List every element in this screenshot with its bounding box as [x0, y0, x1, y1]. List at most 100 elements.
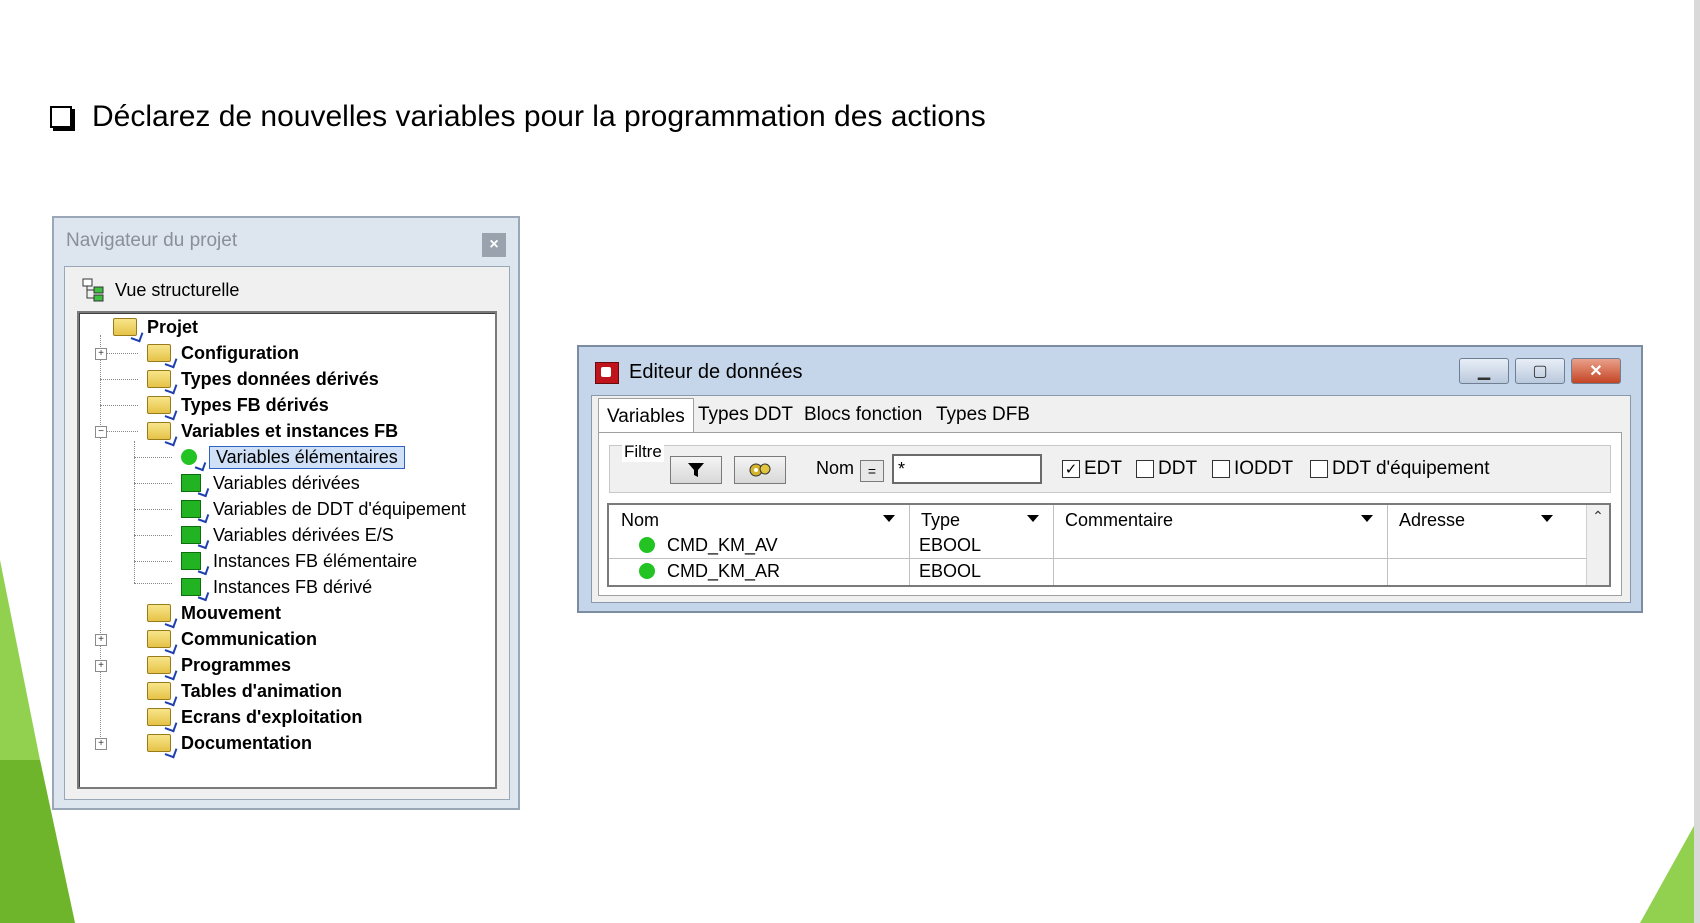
column-header-nom[interactable]: Nom — [609, 505, 909, 535]
variable-type-cell[interactable]: EBOOL — [919, 559, 981, 583]
dropdown-arrow-icon[interactable] — [1361, 515, 1373, 522]
tree-item-var-derivees-es[interactable]: Variables dérivées E/S — [181, 523, 394, 547]
data-editor-app-icon — [595, 361, 619, 384]
tree-guide — [134, 535, 172, 536]
structural-view-header[interactable]: Vue structurelle — [81, 277, 239, 303]
tab-variables[interactable]: Variables — [598, 398, 694, 434]
variable-name[interactable]: CMD_KM_AV — [667, 535, 778, 556]
variables-tab-panel: Filtre Nom = ✓ EDT — [598, 432, 1622, 596]
variable-icon — [639, 563, 655, 579]
checkbox-label: DDT d'équipement — [1332, 458, 1490, 479]
folder-icon — [147, 630, 171, 648]
expand-programmes[interactable]: + — [95, 660, 107, 672]
tree-item-projet[interactable]: Projet — [113, 315, 198, 339]
column-header-label: Type — [921, 509, 961, 530]
column-header-commentaire[interactable]: Commentaire — [1053, 505, 1387, 535]
checkbox-ddt-equipement-box[interactable] — [1310, 460, 1328, 478]
tree-item-ecrans[interactable]: Ecrans d'exploitation — [147, 705, 362, 729]
name-filter-label: Nom — [816, 458, 855, 478]
tab-types-dfb[interactable]: Types DFB — [928, 398, 1038, 432]
tree-guide — [134, 561, 172, 562]
tree-item-label: Variables dérivées — [213, 472, 360, 493]
vertical-scrollbar[interactable]: ⌃ — [1586, 505, 1609, 585]
collapse-variables-fb[interactable]: − — [95, 426, 107, 438]
expand-communication[interactable]: + — [95, 634, 107, 646]
folder-icon — [147, 656, 171, 674]
structural-view-label: Vue structurelle — [115, 279, 240, 300]
tree-item-inst-fb-elem[interactable]: Instances FB élémentaire — [181, 549, 417, 573]
checkbox-edt-box[interactable]: ✓ — [1062, 460, 1080, 478]
tree-item-label: Variables dérivées E/S — [213, 524, 394, 545]
tree-item-documentation[interactable]: Documentation — [147, 731, 312, 755]
checkbox-edt[interactable]: ✓ EDT — [1062, 458, 1122, 480]
filter-settings-button[interactable] — [734, 456, 786, 484]
checkbox-label: DDT — [1158, 458, 1198, 479]
heading-text: Déclarez de nouvelles variables pour la … — [92, 100, 986, 133]
folder-icon — [147, 370, 171, 388]
table-row[interactable]: CMD_KM_AR — [639, 559, 780, 583]
slide-right-border — [1694, 0, 1700, 923]
column-header-adresse[interactable]: Adresse — [1387, 505, 1567, 535]
variable-type-cell[interactable]: EBOOL — [919, 533, 981, 557]
tree-guide — [100, 335, 101, 739]
tree-item-types-fb[interactable]: Types FB dérivés — [147, 393, 329, 417]
filter-funnel-button[interactable] — [670, 456, 722, 484]
equals-operator-button[interactable]: = — [860, 460, 884, 482]
editor-title: Editeur de données — [629, 361, 803, 383]
checkbox-ioddt-box[interactable] — [1212, 460, 1230, 478]
column-separator — [1387, 505, 1388, 585]
tree-structure-icon — [82, 278, 104, 302]
dropdown-arrow-icon[interactable] — [883, 515, 895, 522]
minimize-button[interactable]: ▁ — [1459, 358, 1509, 384]
column-header-type[interactable]: Type — [909, 505, 1053, 535]
expand-configuration[interactable]: + — [95, 348, 107, 360]
dropdown-arrow-icon[interactable] — [1027, 515, 1039, 522]
data-editor-window: Editeur de données ▁ ▢ ✕ Variables Types… — [577, 345, 1643, 613]
tree-item-label: Types données dérivés — [181, 368, 379, 389]
column-header-label: Adresse — [1399, 509, 1466, 530]
variable-name[interactable]: CMD_KM_AR — [667, 561, 780, 582]
dropdown-arrow-icon[interactable] — [1541, 515, 1553, 522]
close-button[interactable]: × — [482, 233, 506, 257]
gears-icon — [749, 463, 771, 477]
fb-instance-icon — [181, 552, 201, 570]
tree-item-label: Communication — [181, 628, 318, 649]
tree-item-communication[interactable]: Communication — [147, 627, 317, 651]
checkbox-ddt-equipement[interactable]: DDT d'équipement — [1310, 458, 1489, 480]
navigator-panel: Vue structurelle + − + + + Projet Config… — [64, 266, 510, 800]
tree-item-label: Programmes — [181, 654, 292, 675]
tree-item-var-derivees[interactable]: Variables dérivées — [181, 471, 360, 495]
tree-guide — [134, 583, 172, 584]
tree-item-programmes[interactable]: Programmes — [147, 653, 291, 677]
tab-blocs-fonction[interactable]: Blocs fonction — [796, 398, 930, 432]
folder-icon — [147, 344, 171, 362]
name-filter-input[interactable] — [892, 454, 1042, 484]
checkbox-ddt-box[interactable] — [1136, 460, 1154, 478]
checkbox-ddt[interactable]: DDT — [1136, 458, 1197, 480]
tree-item-mouvement[interactable]: Mouvement — [147, 601, 281, 625]
tree-item-label: Configuration — [181, 342, 299, 363]
checkbox-ioddt[interactable]: IODDT — [1212, 458, 1293, 480]
tree-item-var-ddt-equip[interactable]: Variables de DDT d'équipement — [181, 497, 466, 521]
table-row[interactable]: CMD_KM_AV — [639, 533, 778, 557]
maximize-button[interactable]: ▢ — [1515, 358, 1565, 384]
navigator-title: Navigateur du projet — [66, 230, 238, 251]
tree-item-tables-animation[interactable]: Tables d'animation — [147, 679, 342, 703]
documentation-icon — [147, 734, 171, 752]
expand-documentation[interactable]: + — [95, 738, 107, 750]
tree-item-configuration[interactable]: Configuration — [147, 341, 299, 365]
folder-open-icon — [147, 422, 171, 440]
io-variable-icon — [181, 526, 201, 544]
tree-item-var-elem[interactable]: Variables élémentaires — [181, 445, 405, 469]
ddt-variable-icon — [181, 500, 201, 518]
tree-item-variables-fb[interactable]: Variables et instances FB — [147, 419, 398, 443]
project-tree: + − + + + Projet Configuration Types don… — [77, 311, 497, 789]
tree-item-inst-fb-derive[interactable]: Instances FB dérivé — [181, 575, 372, 599]
folder-icon — [147, 682, 171, 700]
tree-item-types-donnees[interactable]: Types données dérivés — [147, 367, 379, 391]
variable-icon — [639, 537, 655, 553]
scroll-up-icon[interactable]: ⌃ — [1587, 505, 1609, 527]
close-button[interactable]: ✕ — [1571, 358, 1621, 384]
tab-types-ddt[interactable]: Types DDT — [690, 398, 801, 432]
tree-item-label: Mouvement — [181, 602, 282, 623]
